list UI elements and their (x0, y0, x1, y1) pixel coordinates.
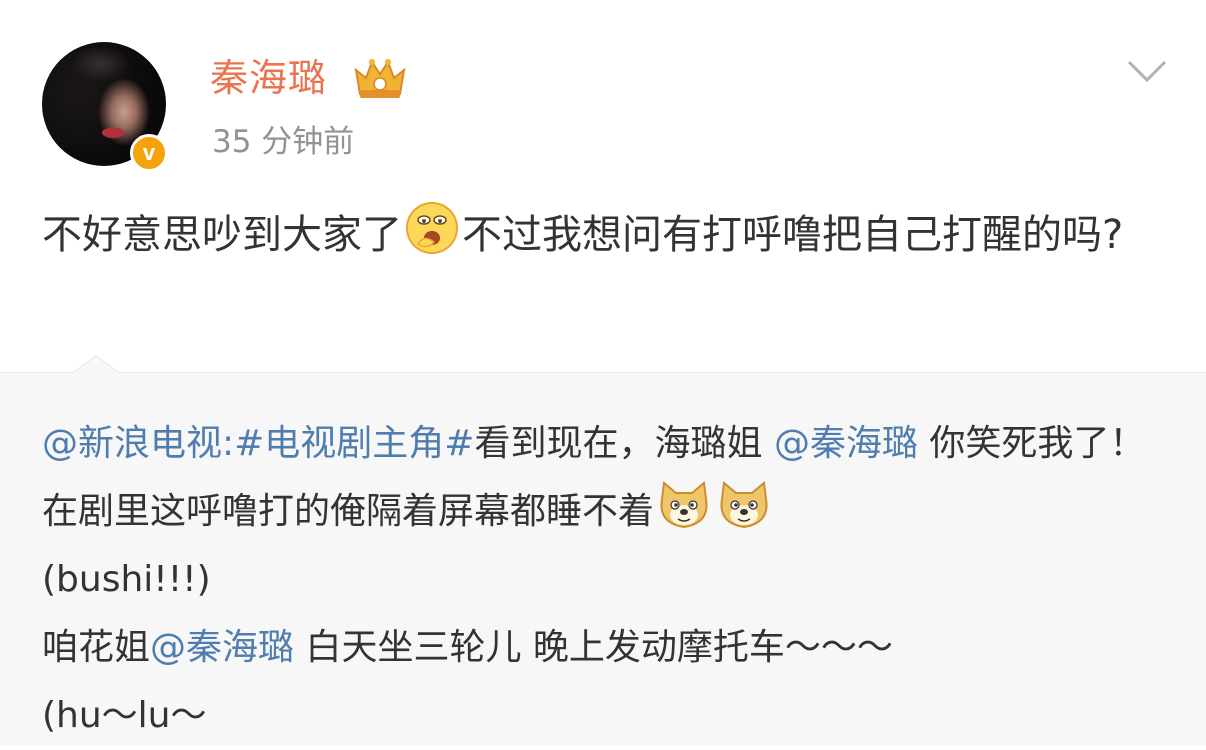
post-timestamp: 35 分钟前 (212, 124, 355, 160)
repost-content: @新浪电视:#电视剧主角#看到现在，海璐姐 @秦海璐 你笑死我了！ 在剧里这呼噜… (42, 410, 1172, 750)
avatar-container[interactable]: v (42, 42, 170, 172)
repost-pointer (72, 356, 120, 374)
repost-text4: 白天坐三轮儿 晚上发动摩托车～～～ (294, 627, 893, 668)
doge-emoji-icon (660, 481, 708, 529)
post-text-part2: 不过我想问有打呼噜把自己打醒的吗? (462, 212, 1124, 258)
mention-link-2[interactable]: @秦海璐 (150, 627, 294, 668)
chevron-down-icon[interactable] (1126, 56, 1168, 86)
crown-member-icon[interactable] (352, 56, 408, 100)
author-name[interactable]: 秦海璐 (210, 52, 327, 104)
hashtag-link[interactable]: #电视剧主角# (234, 423, 474, 464)
repost-text5: (hu～lu～ (42, 695, 207, 736)
repost-text1: 看到现在，海璐姐 (474, 423, 763, 464)
repost-text3: (bushi!!!) (42, 559, 211, 600)
post-content: 不好意思吵到大家了 不过我想问有打呼噜把自己打醒的吗? (42, 200, 1172, 267)
mention-link-1[interactable]: @秦海璐 (774, 423, 918, 464)
mention-source-link[interactable]: @新浪电视: (42, 423, 234, 464)
repost-line2-prefix: 咱花姐 (42, 627, 151, 668)
post-header: v 秦海璐 35 分钟前 (0, 0, 1206, 190)
avatar-lips-detail (102, 128, 124, 138)
doge-emoji-icon (720, 481, 768, 529)
verified-badge-icon: v (130, 134, 168, 172)
yawn-emoji-icon (406, 202, 458, 254)
post-text-part1: 不好意思吵到大家了 (42, 212, 402, 258)
